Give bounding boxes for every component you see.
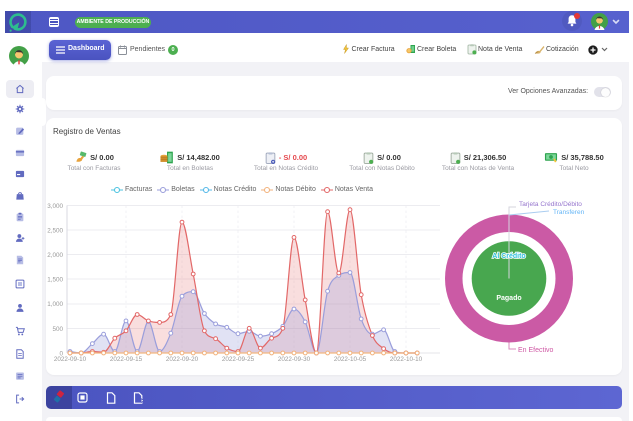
- svg-text:Tarjeta Crédito/Débito: Tarjeta Crédito/Débito: [519, 201, 582, 208]
- svg-text:2022-10-05: 2022-10-05: [334, 356, 367, 363]
- svg-text:2022-09-30: 2022-09-30: [278, 356, 311, 363]
- svg-text:500: 500: [52, 326, 63, 333]
- svg-text:2022-09-25: 2022-09-25: [222, 356, 255, 363]
- svg-text:Pagado: Pagado: [496, 295, 521, 302]
- svg-text:1,500: 1,500: [47, 277, 63, 284]
- svg-text:Al Crédito: Al Crédito: [492, 253, 525, 260]
- svg-text:1,000: 1,000: [47, 301, 63, 308]
- svg-text:2022-09-10: 2022-09-10: [54, 356, 87, 363]
- svg-text:2,000: 2,000: [47, 252, 63, 259]
- svg-text:2022-10-10: 2022-10-10: [390, 356, 423, 363]
- svg-text:2022-09-15: 2022-09-15: [110, 356, 143, 363]
- svg-text:3,000: 3,000: [47, 203, 63, 210]
- svg-text:En Efectivo: En Efectivo: [518, 347, 554, 354]
- svg-text:Transferen: Transferen: [553, 209, 585, 216]
- svg-text:2,500: 2,500: [47, 228, 63, 235]
- svg-text:2022-09-20: 2022-09-20: [166, 356, 199, 363]
